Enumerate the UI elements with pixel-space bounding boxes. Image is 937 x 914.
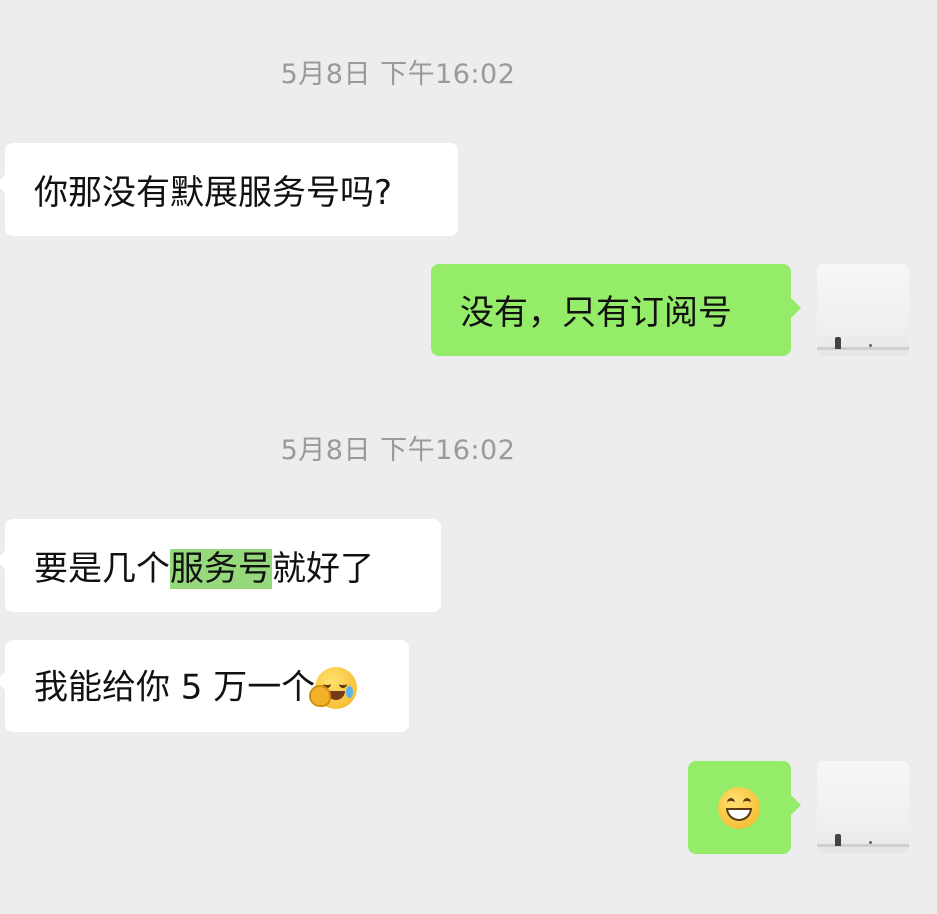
avatar-figure	[835, 834, 841, 846]
user-avatar[interactable]	[817, 264, 909, 356]
facepalm-cry-emoji-icon	[309, 666, 358, 709]
avatar-horizon	[817, 347, 909, 350]
incoming-message-bubble[interactable]: 你那没有默展服务号吗?	[0, 143, 458, 236]
message-text-post: 就好了	[272, 549, 374, 589]
timestamp: 5月8日 下午16:02	[280, 435, 516, 466]
avatar-dot	[869, 841, 872, 844]
user-avatar[interactable]	[817, 761, 909, 853]
incoming-message-bubble[interactable]: 我能给你 5 万一个	[0, 640, 409, 732]
timestamp: 5月8日 下午16:02	[280, 59, 516, 90]
incoming-message-bubble[interactable]: 要是几个服务号就好了	[0, 519, 441, 612]
message-text: 要是几个服务号就好了	[34, 549, 374, 589]
message-text-pre: 要是几个	[34, 549, 170, 589]
avatar-horizon	[817, 844, 909, 847]
outgoing-message-bubble[interactable]	[688, 761, 801, 854]
avatar-figure	[835, 337, 841, 349]
grinning-face-emoji-icon	[718, 786, 760, 829]
outgoing-message-bubble[interactable]: 没有，只有订阅号	[431, 264, 801, 356]
highlighted-text[interactable]: 服务号	[170, 549, 272, 589]
message-text: 你那没有默展服务号吗?	[34, 173, 393, 213]
avatar-dot	[869, 344, 872, 347]
message-text: 没有，只有订阅号	[460, 293, 732, 333]
message-text: 我能给你 5 万一个	[34, 667, 316, 708]
